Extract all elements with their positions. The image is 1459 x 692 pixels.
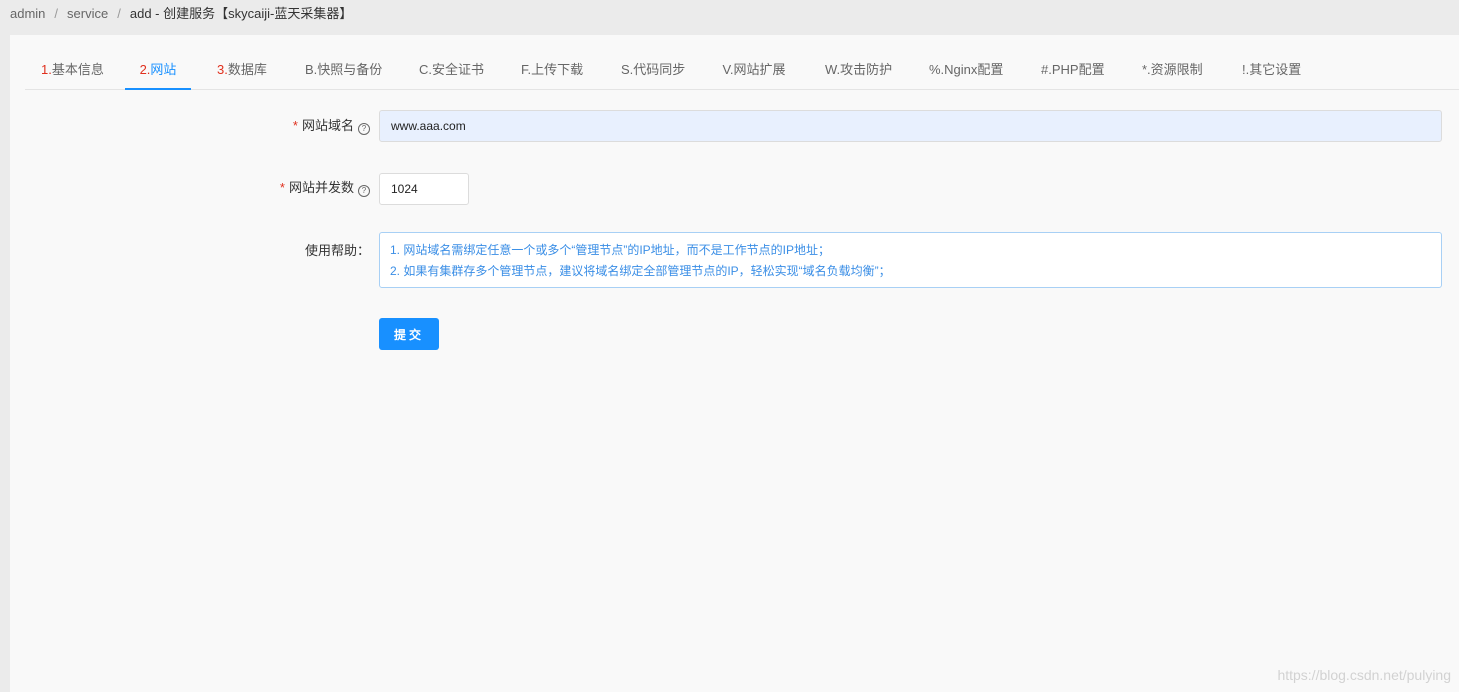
domain-label: * 网站域名? (293, 109, 370, 143)
tab-other-settings[interactable]: !.其它设置 (1242, 35, 1302, 89)
main-panel: 1.基本信息 2.网站 3.数据库 B.快照与备份 C.安全证书 F.上传下载 … (10, 35, 1459, 692)
tab-nginx-config[interactable]: %.Nginx配置 (929, 35, 1004, 89)
tab-number: 1. (41, 62, 52, 77)
tab-basic-info[interactable]: 1.基本信息 (41, 35, 104, 89)
tab-label: !.其它设置 (1242, 62, 1302, 77)
tab-snapshot-backup[interactable]: B.快照与备份 (305, 35, 382, 89)
help-line-1: 1. 网站域名需绑定任意一个或多个“管理节点”的IP地址，而不是工作节点的IP地… (390, 243, 831, 257)
tab-number: 3. (217, 62, 228, 77)
tab-label: 网站 (150, 62, 177, 77)
tab-resource-limit[interactable]: *.资源限制 (1142, 35, 1203, 89)
tab-label: 基本信息 (51, 62, 104, 77)
tab-label: S.代码同步 (621, 62, 686, 77)
tab-attack-protection[interactable]: W.攻击防护 (825, 35, 893, 89)
domain-label-text: 网站域名 (301, 118, 354, 133)
tab-bar: 1.基本信息 2.网站 3.数据库 B.快照与备份 C.安全证书 F.上传下载 … (25, 35, 1459, 90)
help-line-2: 2. 如果有集群存多个管理节点，建议将域名绑定全部管理节点的IP，轻松实现“域名… (390, 264, 891, 278)
breadcrumb-admin[interactable]: admin (10, 6, 45, 21)
domain-input[interactable] (379, 110, 1442, 142)
tab-label: F.上传下载 (521, 62, 584, 77)
tab-label: *.资源限制 (1142, 62, 1203, 77)
tab-label: C.安全证书 (419, 62, 485, 77)
tab-label: 数据库 (227, 62, 267, 77)
question-icon[interactable]: ? (358, 123, 370, 135)
breadcrumb-separator: / (117, 6, 121, 21)
concurrency-label-text: 网站并发数 (288, 180, 354, 195)
tab-label: W.攻击防护 (825, 62, 893, 77)
tab-website-extension[interactable]: V.网站扩展 (722, 35, 786, 89)
breadcrumb: admin / service / add - 创建服务【skycaiji-蓝天采集器】 (10, 6, 352, 22)
question-icon[interactable]: ? (358, 185, 370, 197)
tab-label: %.Nginx配置 (929, 62, 1004, 77)
tab-website[interactable]: 2.网站 (125, 35, 191, 90)
tab-upload-download[interactable]: F.上传下载 (521, 35, 584, 89)
breadcrumb-separator: / (54, 6, 59, 21)
tab-code-sync[interactable]: S.代码同步 (621, 35, 686, 89)
required-mark: * (292, 118, 298, 133)
breadcrumb-service[interactable]: service (67, 6, 108, 21)
breadcrumb-current: add - 创建服务【skycaiji-蓝天采集器】 (129, 6, 353, 21)
tab-label: B.快照与备份 (305, 62, 383, 77)
concurrency-label: * 网站并发数? (280, 171, 370, 205)
watermark: https://blog.csdn.net/pulying (1277, 667, 1451, 683)
tab-label: #.PHP配置 (1041, 62, 1105, 77)
required-mark: * (279, 180, 285, 195)
help-label: 使用帮助： (304, 243, 370, 258)
submit-button[interactable]: 提交 (379, 318, 439, 350)
tab-number: 2. (139, 62, 151, 77)
concurrency-input[interactable] (379, 173, 469, 205)
help-box: 1. 网站域名需绑定任意一个或多个“管理节点”的IP地址，而不是工作节点的IP地… (379, 232, 1442, 288)
tab-label: V.网站扩展 (722, 62, 786, 77)
tab-database[interactable]: 3.数据库 (217, 35, 267, 89)
tab-ssl-certificate[interactable]: C.安全证书 (419, 35, 485, 89)
tab-php-config[interactable]: #.PHP配置 (1041, 35, 1105, 89)
